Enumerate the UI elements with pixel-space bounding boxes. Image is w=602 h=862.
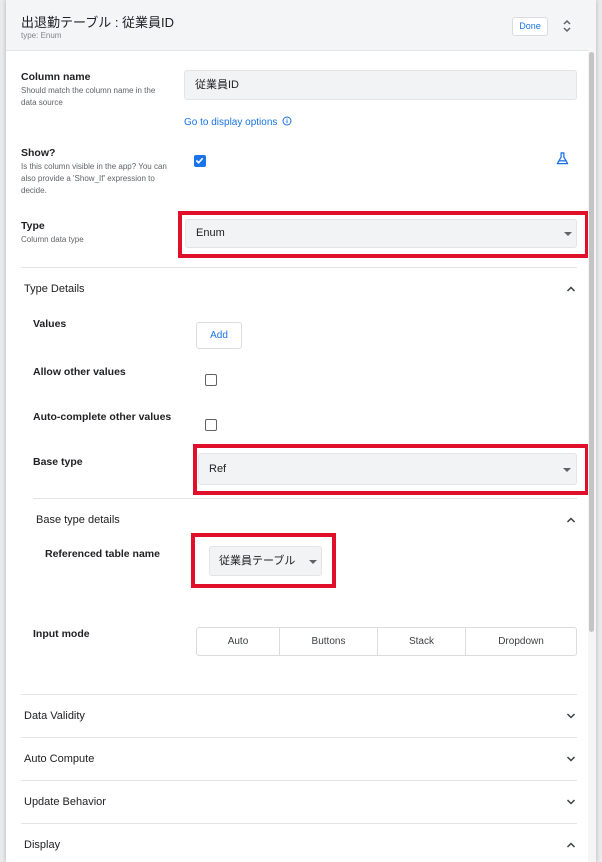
auto-complete-checkbox[interactable]	[205, 419, 217, 431]
base-type-details-title[interactable]: Base type details	[36, 514, 120, 526]
referenced-table-select[interactable]: 従業員テーブル	[209, 546, 322, 576]
section-auto-compute[interactable]: Auto Compute	[24, 753, 94, 765]
column-editor-panel: 出退勤テーブル : 従業員ID type: Enum Done Column n…	[6, 0, 596, 862]
check-icon	[195, 157, 204, 164]
panel-title: 出退勤テーブル : 従業員ID	[21, 15, 175, 30]
chevron-down-icon[interactable]	[566, 756, 576, 762]
input-mode-label: Input mode	[33, 628, 90, 640]
panel-header: 出退勤テーブル : 従業員ID type: Enum Done	[6, 0, 596, 51]
divider	[33, 498, 577, 499]
allow-other-values-checkbox[interactable]	[205, 374, 217, 386]
auto-complete-label: Auto-complete other values	[33, 411, 172, 423]
input-mode-dropdown[interactable]: Dropdown	[465, 627, 577, 656]
values-label: Values	[33, 318, 67, 330]
divider	[21, 267, 577, 268]
input-mode-stack[interactable]: Stack	[377, 627, 466, 656]
panel-subtitle: type: Enum	[21, 31, 62, 40]
type-details-title[interactable]: Type Details	[24, 283, 85, 295]
type-dropdown-caret-icon	[564, 232, 572, 236]
chevron-up-icon[interactable]	[566, 517, 576, 523]
flask-icon[interactable]	[556, 152, 569, 165]
referenced-table-select-value: 従業員テーブル	[219, 555, 296, 567]
section-display[interactable]: Display	[24, 839, 60, 851]
divider	[21, 823, 577, 824]
chevron-up-icon[interactable]	[566, 286, 576, 292]
referenced-table-caret-icon	[309, 560, 317, 564]
type-label: Type	[21, 220, 45, 232]
referenced-table-label: Referenced table name	[45, 548, 160, 560]
column-name-input[interactable]: 従業員ID	[184, 70, 577, 100]
type-help: Column data type	[21, 235, 84, 244]
show-checkbox[interactable]	[194, 155, 206, 167]
type-select-value: Enum	[196, 227, 225, 239]
divider	[21, 780, 577, 781]
base-type-dropdown-caret-icon	[563, 468, 571, 472]
display-options-link[interactable]: Go to display options	[184, 116, 292, 128]
base-type-label: Base type	[33, 456, 83, 468]
display-options-link-text: Go to display options	[184, 117, 278, 128]
divider	[21, 737, 577, 738]
done-button[interactable]: Done	[512, 17, 548, 36]
divider	[21, 694, 577, 695]
show-help: Is this column visible in the app? You c…	[21, 162, 167, 195]
type-select[interactable]: Enum	[185, 219, 577, 248]
expand-collapse-icon[interactable]	[561, 18, 573, 34]
info-icon	[282, 116, 292, 126]
chevron-up-icon[interactable]	[566, 842, 576, 848]
column-name-help: Should match the column name in the data…	[21, 86, 156, 107]
input-mode-auto[interactable]: Auto	[196, 627, 280, 656]
base-type-select[interactable]: Ref	[198, 453, 577, 485]
show-label: Show?	[21, 147, 56, 159]
add-value-button[interactable]: Add	[196, 322, 242, 349]
section-data-validity[interactable]: Data Validity	[24, 710, 85, 722]
input-mode-segmented-control: Auto Buttons Stack Dropdown	[196, 627, 577, 656]
allow-other-values-label: Allow other values	[33, 366, 126, 378]
chevron-down-icon[interactable]	[566, 799, 576, 805]
column-name-label: Column name	[21, 71, 91, 83]
section-update-behavior[interactable]: Update Behavior	[24, 796, 106, 808]
chevron-down-icon[interactable]	[566, 713, 576, 719]
base-type-select-value: Ref	[209, 463, 227, 475]
scrollbar-thumb[interactable]	[589, 52, 594, 632]
input-mode-buttons[interactable]: Buttons	[279, 627, 378, 656]
